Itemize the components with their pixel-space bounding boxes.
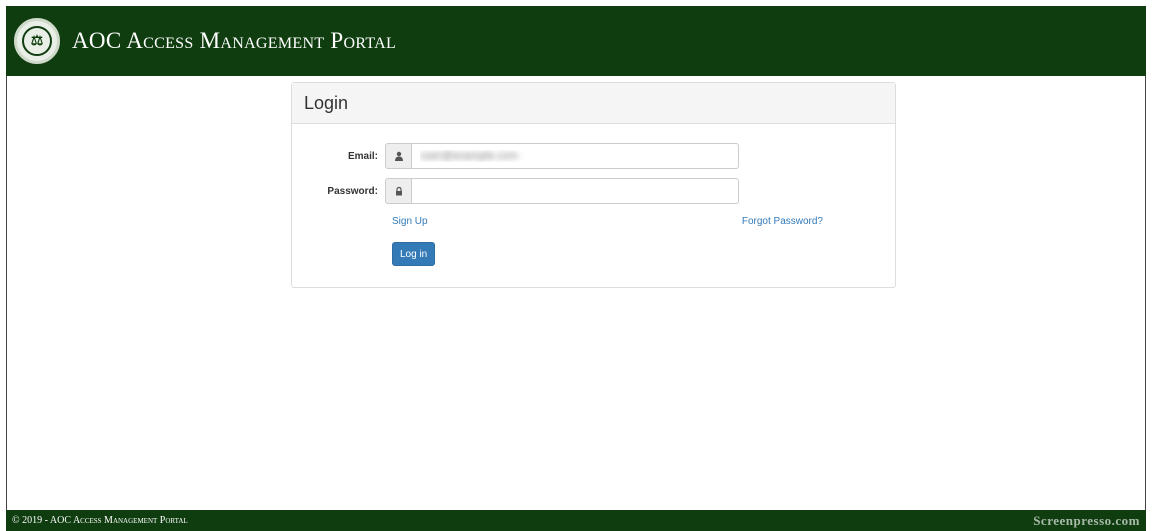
lock-icon	[385, 178, 411, 204]
watermark-text: Screenpresso.com	[1033, 512, 1140, 528]
password-input-group	[385, 178, 739, 204]
email-input[interactable]	[411, 143, 739, 169]
top-header: ⚖ AOC Access Management Portal	[6, 6, 1146, 76]
login-heading: Login	[292, 83, 895, 124]
email-input-group	[385, 143, 739, 169]
password-label: Password:	[327, 185, 378, 197]
password-input[interactable]	[411, 178, 739, 204]
sign-up-link[interactable]: Sign Up	[392, 216, 428, 227]
email-row: Email:	[292, 143, 895, 169]
copyright-text: © 2019 - AOC Access Management Portal	[12, 515, 188, 526]
left-border	[6, 76, 7, 510]
portal-title: AOC Access Management Portal	[72, 28, 397, 53]
password-row: Password:	[292, 178, 895, 204]
user-icon	[385, 143, 411, 169]
email-label: Email:	[347, 150, 378, 162]
seal-emblem: ⚖	[22, 26, 52, 56]
auth-links: Sign Up Forgot Password?	[392, 216, 823, 227]
forgot-password-link[interactable]: Forgot Password?	[742, 216, 823, 227]
right-border	[1145, 76, 1146, 510]
seal-icon: ⚖	[14, 18, 60, 64]
login-button[interactable]: Log in	[392, 242, 436, 266]
login-panel: Login Email: Password: Sign	[291, 82, 896, 288]
page-footer: © 2019 - AOC Access Management Portal Sc…	[6, 510, 1146, 531]
